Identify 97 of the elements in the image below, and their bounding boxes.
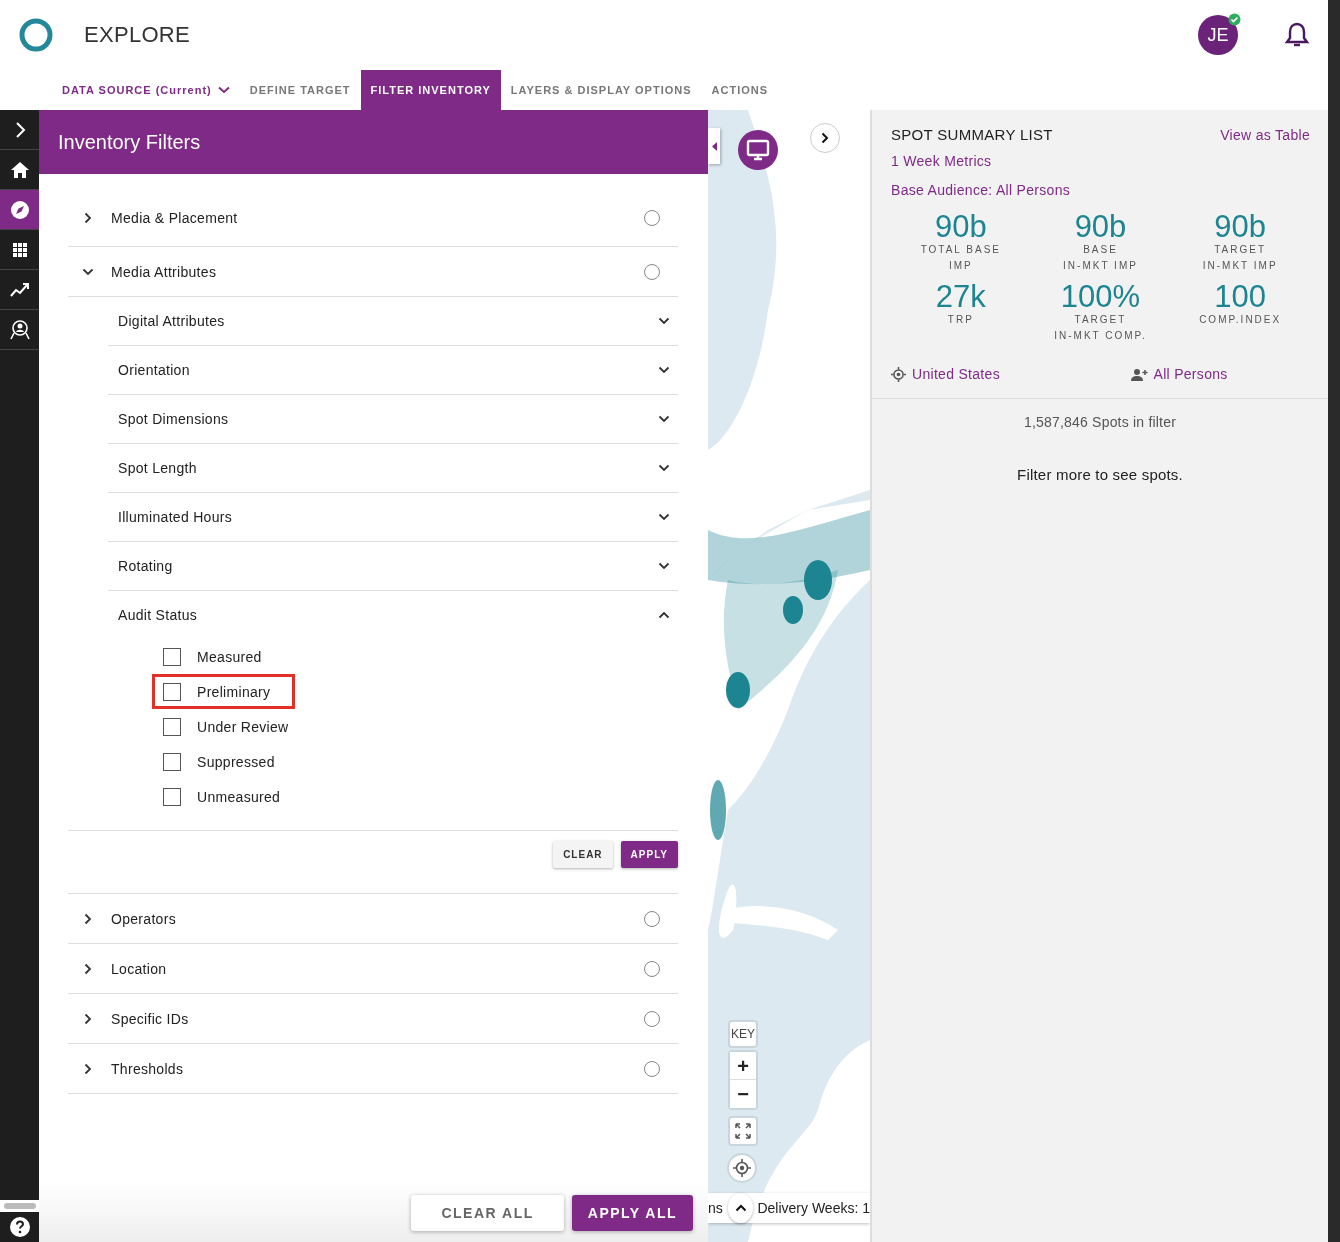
filter-subsection[interactable]: Orientation: [108, 346, 678, 395]
apply-all-button[interactable]: APPLY ALL: [571, 1194, 693, 1231]
help-icon[interactable]: [8, 1216, 31, 1238]
checkbox[interactable]: [163, 787, 181, 806]
chevron-down-icon: [658, 317, 670, 325]
option-label: Suppressed: [197, 753, 275, 770]
metric-value: 90b: [1074, 212, 1127, 242]
zoom-in-button[interactable]: +: [730, 1052, 756, 1080]
metric-label: BASE IN-MKT IMP: [1063, 243, 1138, 273]
metrics-period-link[interactable]: 1 Week Metrics: [891, 153, 1310, 169]
delivery-weeks-label: Delivery Weeks: 1: [757, 1200, 870, 1216]
chevron-right-icon: [84, 962, 92, 975]
metric-label: TOTAL BASE IMP: [920, 243, 1001, 273]
filter-subsection[interactable]: Audit Status: [108, 591, 678, 639]
chevron-down-icon: [82, 267, 94, 276]
option-label: Unmeasured: [197, 788, 281, 805]
nav-tab[interactable]: DEFINE TARGET: [239, 70, 361, 110]
highlighted-option[interactable]: Preliminary: [152, 674, 296, 709]
chevron-up-icon: [734, 1204, 747, 1212]
checkbox[interactable]: [163, 717, 181, 736]
chevron-right-icon: [84, 1062, 92, 1075]
chevron-down-icon: [658, 562, 670, 570]
checkbox[interactable]: [163, 682, 181, 701]
chevron-right-icon: [84, 212, 92, 224]
view-table-link[interactable]: View as Table: [1220, 126, 1310, 143]
filter-section[interactable]: Thresholds: [68, 1044, 678, 1094]
panel-title: Inventory Filters: [39, 110, 708, 174]
expand-button[interactable]: [727, 1193, 754, 1223]
key-button[interactable]: KEY: [728, 1020, 758, 1048]
filter-section[interactable]: Operators: [68, 894, 678, 944]
metric-label: TRP: [947, 313, 974, 327]
metric-value: 27k: [935, 282, 986, 312]
option-label: Measured: [197, 648, 262, 665]
apply-button[interactable]: APPLY: [620, 841, 678, 868]
filter-subsection[interactable]: Spot Length: [108, 444, 678, 493]
base-audience-link[interactable]: Base Audience: All Persons: [891, 182, 1310, 198]
nav-tab[interactable]: FILTER INVENTORY: [360, 70, 501, 110]
checkbox-option[interactable]: Unmeasured: [152, 779, 306, 814]
app-title: EXPLORE: [84, 22, 191, 48]
metric-label: TARGET IN-MKT COMP.: [1054, 313, 1147, 343]
metric-label: COMP.INDEX: [1199, 313, 1282, 327]
target-icon: [733, 1159, 751, 1177]
fullscreen-icon: [734, 1122, 752, 1140]
filter-section[interactable]: Media & Placement: [68, 190, 678, 247]
chevron-down-icon: [658, 415, 670, 423]
chevron-right-icon: [84, 1012, 92, 1025]
location-link[interactable]: United States: [912, 366, 1000, 382]
checkbox[interactable]: [163, 752, 181, 771]
caret-left-icon: [711, 141, 717, 151]
checkbox-option[interactable]: Measured: [152, 639, 287, 674]
monitor-icon: [746, 139, 770, 161]
summary-title: SPOT SUMMARY LIST: [891, 126, 1053, 143]
clear-button[interactable]: CLEAR: [553, 841, 613, 868]
option-label: Under Review: [197, 718, 289, 735]
user-avatar[interactable]: JE: [1198, 15, 1238, 55]
collapse-tab[interactable]: [708, 128, 720, 164]
add-person-icon: [1130, 367, 1148, 381]
filter-subsection[interactable]: Digital Attributes: [108, 297, 678, 346]
chevron-right-icon: [84, 912, 92, 925]
metric-value: 90b: [1214, 212, 1267, 242]
checkbox-option[interactable]: Under Review: [152, 709, 314, 744]
metric-value: 90b: [934, 212, 987, 242]
sidebar-item[interactable]: [0, 190, 39, 230]
metric-value: 100: [1214, 282, 1267, 312]
fullscreen-button[interactable]: [728, 1116, 758, 1146]
chevron-down-icon: [658, 464, 670, 472]
chevron-right-icon: [821, 132, 829, 144]
chevron-up-icon: [658, 611, 670, 619]
target-icon: [891, 366, 906, 382]
filter-subsection[interactable]: Spot Dimensions: [108, 395, 678, 444]
person-pin-icon: [9, 319, 30, 340]
bar-text: ns: [708, 1200, 723, 1216]
chevron-down-icon: [658, 366, 670, 374]
persons-link[interactable]: All Persons: [1153, 366, 1228, 382]
nav-tab[interactable]: DATA SOURCE (Current): [52, 70, 240, 110]
filter-subsection[interactable]: Illuminated Hours: [108, 493, 678, 542]
home-icon: [9, 159, 30, 180]
clear-all-button[interactable]: CLEAR ALL: [411, 1194, 564, 1231]
filter-subsection[interactable]: Rotating: [108, 542, 678, 591]
chevron-down-icon: [658, 513, 670, 521]
nav-tab[interactable]: ACTIONS: [701, 70, 779, 110]
caret-icon: [217, 86, 230, 94]
notification-bell-icon[interactable]: [1284, 21, 1310, 49]
spot-count: 1,587,846 Spots in filter: [1022, 414, 1178, 430]
checkbox[interactable]: [163, 647, 181, 666]
metric-value: 100%: [1060, 282, 1141, 312]
compass-icon: [9, 199, 30, 220]
filter-message: Filter more to see spots.: [1016, 466, 1184, 483]
checkbox-option[interactable]: Suppressed: [152, 744, 300, 779]
nav-tab[interactable]: LAYERS & DISPLAY OPTIONS: [500, 70, 702, 110]
scroll-handle[interactable]: [0, 1200, 39, 1212]
filter-section[interactable]: Specific IDs: [68, 994, 678, 1044]
filter-section[interactable]: Location: [68, 944, 678, 994]
filter-section[interactable]: Media Attributes: [68, 247, 678, 297]
metric-label: TARGET IN-MKT IMP: [1202, 243, 1278, 273]
option-label: Preliminary: [197, 683, 271, 700]
logo-icon: [18, 17, 54, 53]
